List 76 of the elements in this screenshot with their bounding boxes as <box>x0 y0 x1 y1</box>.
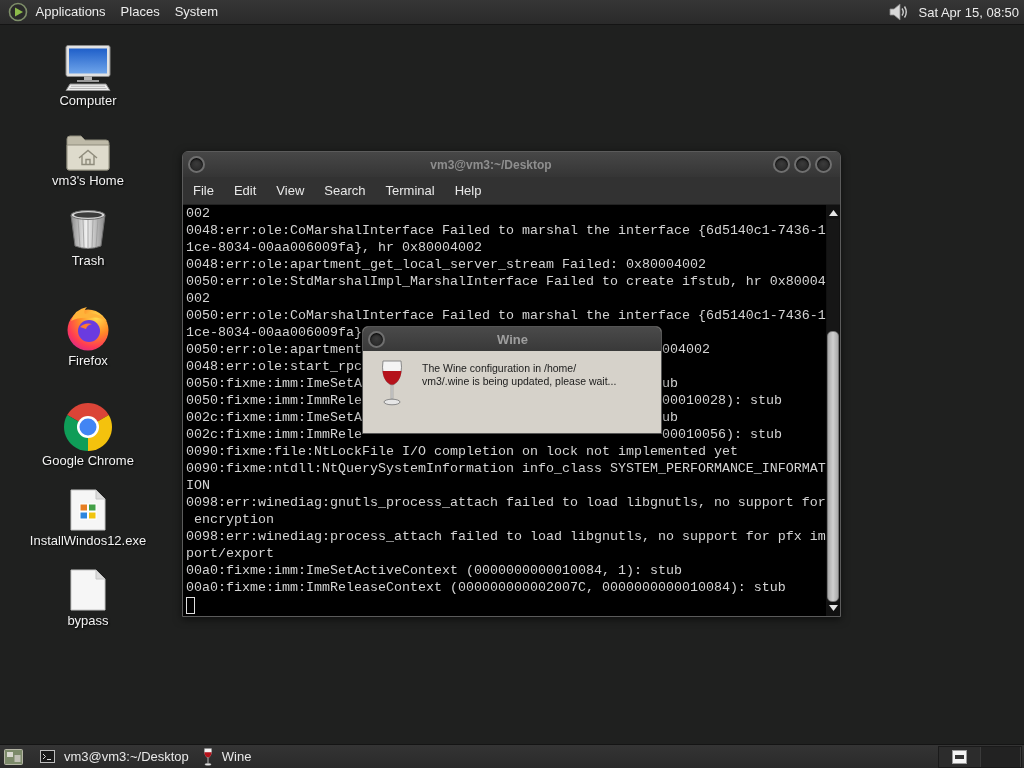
scroll-down-button[interactable] <box>827 602 839 614</box>
computer-icon[interactable] <box>64 45 112 91</box>
workspace-cell[interactable] <box>981 746 1021 767</box>
home-folder-icon[interactable] <box>66 135 110 171</box>
terminal-line: 00a0:fixme:imm:ImeSetActiveContext (0000000000010084, 1): stub <box>186 563 682 578</box>
terminal-line: ub <box>662 409 678 426</box>
terminal-line: 0050:err:ole:CoMarshalInterface Failed to marshal the interface {6d5140c1-7436-1 <box>186 308 826 323</box>
terminal-line: 00010028): stub <box>662 392 782 409</box>
panel-menu[interactable]: Applications <box>28 1 114 23</box>
arrow-down-icon <box>828 605 838 611</box>
terminal-line: 00010056): stub <box>662 426 782 443</box>
dialog-title: Wine <box>496 331 529 347</box>
logo-icon[interactable] <box>8 2 28 22</box>
terminal-line: 1ce-8034-00aa006009fa}, hr 0x80004002 <box>186 240 482 255</box>
scrollbar-thumb[interactable] <box>827 331 839 602</box>
panel-menu[interactable]: System <box>167 1 226 23</box>
desktop-icon-label[interactable]: InstallWindos12.exe <box>29 533 147 549</box>
browser-icon[interactable] <box>64 403 112 451</box>
terminal-line: ub <box>662 375 678 392</box>
window-title: vm3@vm3:~/Desktop <box>429 157 553 172</box>
menu-item[interactable]: Help <box>444 178 492 203</box>
menu-item[interactable]: View <box>266 178 315 203</box>
terminal-line: 002c:fixme:imm:ImeSetA <box>186 409 362 426</box>
terminal-line: 0048:err:ole:CoMarshalInterface Failed to marshal the interface {6d5140c1-7436-1 <box>186 223 826 238</box>
desktop-icon-label[interactable]: Trash <box>71 253 105 269</box>
terminal-line: 0050:fixme:imm:ImmRele <box>186 392 362 409</box>
installer-file-icon[interactable] <box>70 489 106 531</box>
terminal-line: port/export <box>186 546 274 561</box>
taskbar-button[interactable]: Wine <box>198 745 260 768</box>
terminal-line: 0048:err:ole:apartment_get_local_server_stream Failed: 0x80004002 <box>186 257 706 272</box>
terminal-line: 0098:err:winediag:gnutls_process_attach failed to load libgnutls, no support for <box>186 495 826 510</box>
desktop-icon-label[interactable]: Firefox <box>68 353 108 369</box>
terminal-line: encryption <box>193 512 274 527</box>
clock[interactable]: Sat Apr 15, 08:50 <box>918 4 1019 20</box>
terminal-line: 0090:fixme:ntdll:NtQuerySystemInformation info_class SYSTEM_PERFORMANCE_INFORMAT <box>186 461 826 476</box>
terminal-icon[interactable] <box>40 750 55 763</box>
terminal-line: 00a0:fixme:imm:ImmReleaseContext (000000000002007C, 0000000000010084): stub <box>186 580 786 595</box>
window-menu-button[interactable] <box>188 156 205 173</box>
window-thumbnail-icon <box>952 749 967 764</box>
trash-icon[interactable] <box>69 209 107 251</box>
desktop-icon-label[interactable]: Google Chrome <box>42 453 134 469</box>
menu-item[interactable]: Edit <box>223 178 267 203</box>
workspace-cell[interactable] <box>939 746 981 767</box>
speaker-icon[interactable] <box>887 2 909 22</box>
file-icon[interactable] <box>70 569 106 611</box>
browser-icon[interactable] <box>65 305 111 351</box>
wine-glass-icon <box>380 360 404 406</box>
panel-menu[interactable]: Places <box>113 1 168 23</box>
terminal-line: 002 <box>186 206 210 221</box>
maximize-button[interactable] <box>794 156 811 173</box>
dialog-message: The Wine configuration in /home/ vm3/.wine is being updated, please wait... <box>422 362 617 388</box>
menu-item[interactable]: File <box>183 178 224 203</box>
terminal-line: 0050:err:ole:StdMarshalImpl_MarshalInterface Failed to create ifstub, hr 0x80004 <box>186 274 826 289</box>
arrow-up-icon <box>828 210 838 216</box>
minimize-button[interactable] <box>773 156 790 173</box>
terminal-line: 0090:fixme:file:NtLockFile I/O completion on lock not implemented yet <box>186 444 738 459</box>
terminal-line: 0098:err:winediag:process_attach failed to load libgnutls, no support for pfx im <box>186 529 826 544</box>
terminal-line: 004002 <box>662 341 710 358</box>
desktop-icon-label[interactable]: Computer <box>59 93 117 109</box>
desktop-icon-label[interactable]: bypass <box>67 613 109 629</box>
terminal-line: 0048:err:ole:start_rpc <box>186 359 362 374</box>
taskbar-button[interactable]: vm3@vm3:~/Desktop <box>36 745 197 768</box>
terminal-line: ION <box>186 478 210 493</box>
terminal-line: 0050:err:ole:apartment <box>186 341 362 358</box>
menu-item[interactable]: Terminal <box>375 178 445 203</box>
terminal-line: 0050:fixme:imm:ImeSetA <box>186 375 362 392</box>
terminal-line: 1ce-8034-00aa006009fa} <box>186 325 362 340</box>
window-menu-button[interactable] <box>368 330 385 348</box>
scroll-up-button[interactable] <box>827 207 839 219</box>
menu-item[interactable]: Search <box>314 178 376 203</box>
terminal-line: 002c:fixme:imm:ImmRele <box>186 426 362 443</box>
text-cursor <box>186 597 195 614</box>
desktop-icon-label[interactable]: vm3's Home <box>52 173 124 189</box>
wine-glass-icon[interactable] <box>202 747 213 766</box>
close-button[interactable] <box>815 156 832 173</box>
terminal-line: 002 <box>186 291 210 306</box>
